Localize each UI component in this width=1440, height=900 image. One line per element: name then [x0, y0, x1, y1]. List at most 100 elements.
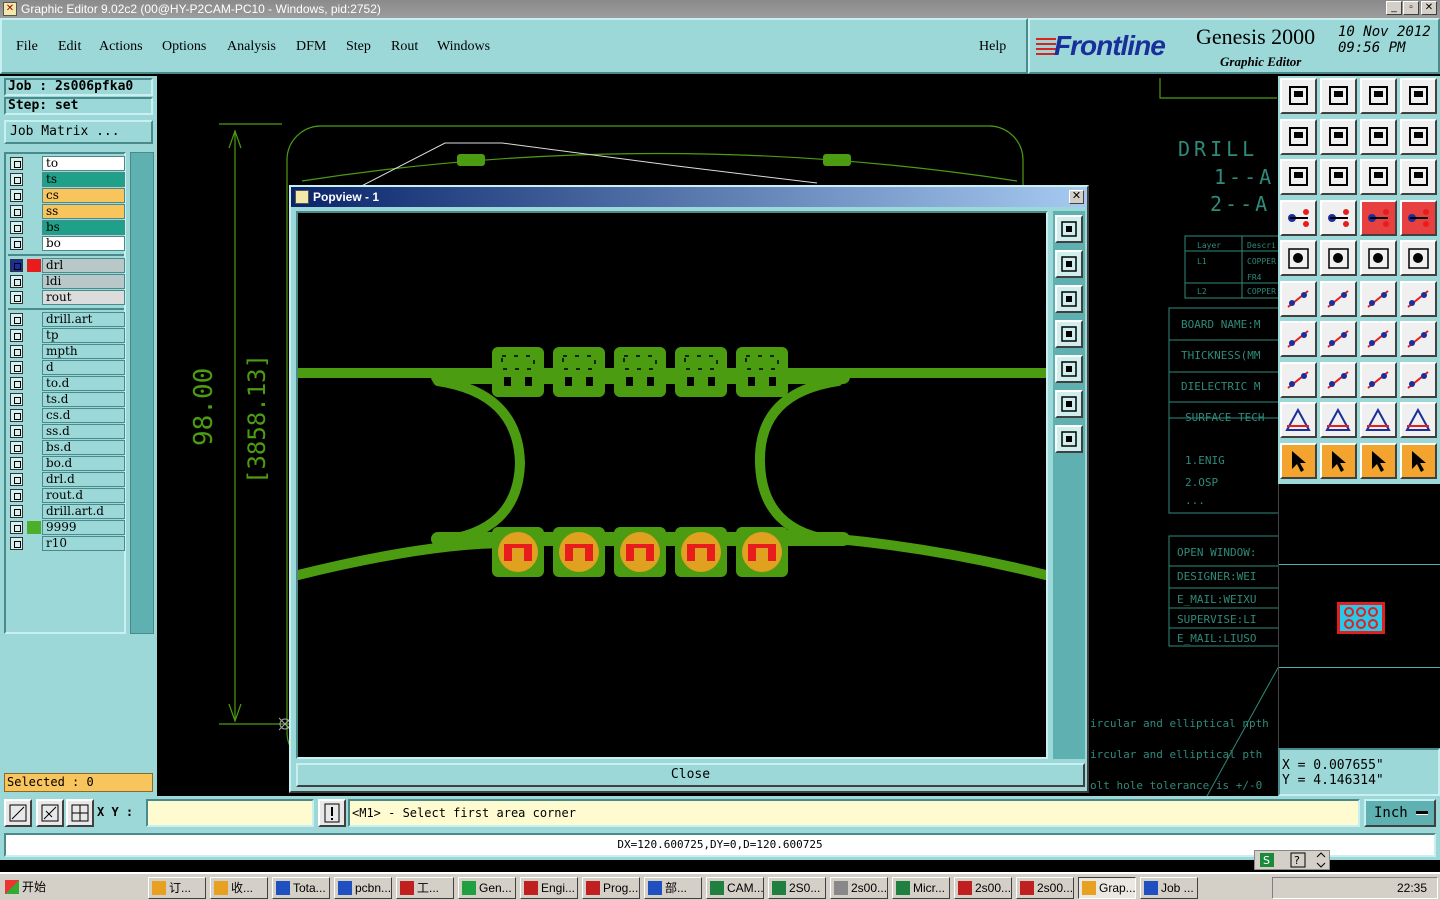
layer-row-rout[interactable]: rout	[8, 290, 125, 305]
circle-select-button[interactable]	[1400, 240, 1437, 276]
alert-button[interactable]	[318, 799, 346, 827]
swap-button[interactable]	[1360, 118, 1397, 155]
xy-input[interactable]	[146, 799, 314, 827]
taskbar-item[interactable]: 部...	[644, 877, 702, 899]
angle-button[interactable]	[1280, 321, 1317, 357]
layer-row-bo-d[interactable]: bo.d	[8, 456, 125, 471]
taskbar-item[interactable]: 收...	[210, 877, 268, 899]
layer-row-bs-d[interactable]: bs.d	[8, 440, 125, 455]
layer-row-drill-art-d[interactable]: drill.art.d	[8, 504, 125, 519]
fit-button[interactable]	[1280, 159, 1317, 195]
line-button[interactable]	[1320, 321, 1357, 357]
import-button[interactable]	[1280, 78, 1317, 114]
layer-checkbox[interactable]	[10, 237, 23, 250]
menu-edit[interactable]: Edit	[58, 39, 81, 55]
layer-row-9999[interactable]: 9999	[8, 520, 125, 535]
snap-right-button[interactable]	[1320, 118, 1357, 155]
layer-checkbox[interactable]	[10, 457, 23, 470]
layer-row-bs[interactable]: bs	[8, 220, 125, 235]
popview-fit-button[interactable]	[1055, 390, 1083, 418]
merge-button[interactable]	[1400, 361, 1437, 398]
net-highlight-button[interactable]	[1360, 199, 1397, 236]
menu-dfm[interactable]: DFM	[296, 39, 326, 55]
taskbar-item[interactable]: Prog...	[582, 877, 640, 899]
grid-button[interactable]	[66, 799, 94, 827]
snap-left-button[interactable]	[1280, 118, 1317, 155]
menu-help[interactable]: Help	[979, 39, 1006, 55]
layer-checkbox[interactable]	[10, 361, 23, 374]
layer-checkbox[interactable]	[10, 521, 23, 534]
arch-fill-button[interactable]	[1360, 402, 1397, 438]
menu-step[interactable]: Step	[346, 39, 371, 55]
layer-row-drl[interactable]: drl	[8, 258, 125, 273]
popview-right-button[interactable]	[1055, 355, 1083, 383]
layer-checkbox[interactable]	[10, 441, 23, 454]
popview-titlebar[interactable]: Popview - 1 ✕	[291, 187, 1087, 207]
layer-checkbox[interactable]	[10, 291, 23, 304]
taskbar-item[interactable]: 2s00...	[1016, 877, 1074, 899]
minimize-button[interactable]: _	[1386, 1, 1402, 15]
layer-row-r10[interactable]: r10	[8, 536, 125, 551]
layer-checkbox[interactable]	[10, 473, 23, 486]
properties-button[interactable]	[1280, 199, 1317, 236]
diagonal-button[interactable]	[1320, 240, 1357, 276]
select-orange-button[interactable]	[1320, 442, 1357, 479]
scale-button[interactable]	[1360, 159, 1397, 195]
node-button[interactable]	[1280, 361, 1317, 398]
home-button[interactable]	[1360, 78, 1397, 114]
taskbar-item[interactable]: pcbn...	[334, 877, 392, 899]
close-window-button[interactable]: ✕	[1421, 1, 1437, 15]
taskbar-item[interactable]: Tota...	[272, 877, 330, 899]
layer-row-ldi[interactable]: ldi	[8, 274, 125, 289]
menu-windows[interactable]: Windows	[437, 39, 490, 55]
layer-row-ss-d[interactable]: ss.d	[8, 424, 125, 439]
layer-checkbox[interactable]	[10, 157, 23, 170]
job-matrix-button[interactable]: Job Matrix ...	[4, 120, 153, 144]
layer-row-ts-d[interactable]: ts.d	[8, 392, 125, 407]
help-button[interactable]	[1400, 159, 1437, 195]
units-selector[interactable]: Inch	[1364, 799, 1436, 827]
popview-close-button[interactable]: Close	[296, 763, 1085, 787]
layer-row-ts[interactable]: ts	[8, 172, 125, 187]
menu-analysis[interactable]: Analysis	[227, 39, 276, 55]
connect-button[interactable]	[1280, 280, 1317, 317]
layout-button[interactable]	[1400, 78, 1437, 114]
zoom-area-button[interactable]	[4, 799, 32, 827]
popview-center-button[interactable]	[1055, 425, 1083, 453]
arc-button[interactable]	[1360, 321, 1397, 357]
popview-left-button[interactable]	[1055, 320, 1083, 348]
select-box-button[interactable]	[1360, 442, 1397, 479]
menu-rout[interactable]: Rout	[391, 39, 418, 55]
popview-down-button[interactable]	[1055, 285, 1083, 313]
start-button[interactable]: 开始	[2, 877, 54, 899]
menu-file[interactable]: File	[16, 39, 38, 55]
layer-row-drill-art[interactable]: drill.art	[8, 312, 125, 327]
taskbar-item[interactable]: Micr...	[892, 877, 950, 899]
move-point-button[interactable]	[1360, 280, 1397, 317]
taskbar-item[interactable]: CAM...	[706, 877, 764, 899]
layer-checkbox[interactable]	[10, 189, 23, 202]
measure-button[interactable]	[36, 799, 64, 827]
popview-up-button[interactable]	[1055, 250, 1083, 278]
layer-checkbox[interactable]	[10, 259, 23, 272]
select-arrow-button[interactable]	[1280, 442, 1317, 479]
layer-checkbox[interactable]	[10, 393, 23, 406]
layer-checkbox[interactable]	[10, 377, 23, 390]
layer-checkbox[interactable]	[10, 173, 23, 186]
layer-checkbox[interactable]	[10, 537, 23, 550]
route-button[interactable]	[1400, 118, 1437, 155]
taskbar-item[interactable]: 工...	[396, 877, 454, 899]
layer-row-cs-d[interactable]: cs.d	[8, 408, 125, 423]
layer-row-d[interactable]: d	[8, 360, 125, 375]
probe-button[interactable]	[1320, 199, 1357, 236]
taskbar-item[interactable]: Grap...	[1078, 877, 1136, 899]
select-path-button[interactable]	[1400, 442, 1437, 479]
arch-button[interactable]	[1320, 402, 1357, 438]
maximize-button[interactable]: ▫	[1403, 1, 1419, 15]
layer-row-tp[interactable]: tp	[8, 328, 125, 343]
menu-actions[interactable]: Actions	[99, 39, 143, 55]
layer-checkbox[interactable]	[10, 313, 23, 326]
layer-row-bo[interactable]: bo	[8, 236, 125, 251]
delete-node-button[interactable]	[1320, 280, 1357, 317]
taskbar-item[interactable]: Gen...	[458, 877, 516, 899]
